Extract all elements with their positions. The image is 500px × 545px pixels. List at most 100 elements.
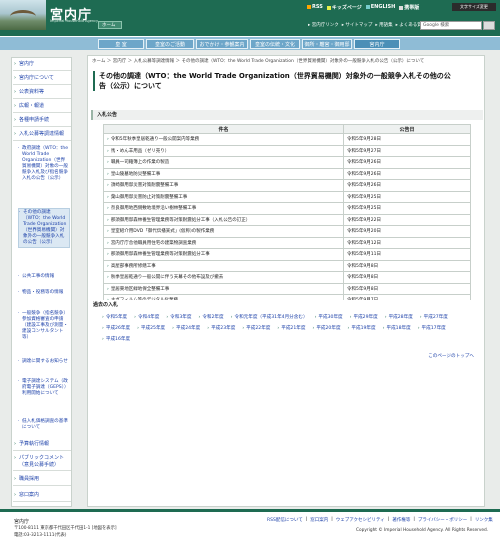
bid-title-link[interactable]: 皇居東地区緑地保全整備工事 xyxy=(103,282,344,295)
sidebar-item-recruit[interactable]: 職員採用 xyxy=(13,474,71,486)
sidebar-item-notices[interactable]: 調達に関するお知らせ xyxy=(18,358,70,366)
mobile-icon xyxy=(399,5,404,10)
bid-title-link[interactable]: 高屋部事務所修繕工事 xyxy=(103,259,344,272)
past-years: 令和5年度令和4年度令和3年度令和2年度令和元年度（平成31年4月分含む） 平成3… xyxy=(102,312,474,345)
past-year-link[interactable]: 平成23年度 xyxy=(207,323,235,334)
font-size-button[interactable]: 文字サイズ変更 xyxy=(452,3,496,11)
footer-link-copyright[interactable]: 著作権等 xyxy=(392,517,410,523)
bid-date: 令和5年9月26日 xyxy=(343,156,471,169)
table-row: 皇室紹介用DVD「御代伝播某式」(仮称)の製作業務令和5年9月20日 xyxy=(103,225,471,238)
sidebar-item-public-works[interactable]: 公共工事の情報 xyxy=(18,273,70,281)
footer-link-links[interactable]: リンク集 xyxy=(475,517,493,523)
tab-imperial-family[interactable]: 皇 室 xyxy=(98,39,144,49)
past-year-link[interactable]: 令和3年度 xyxy=(166,312,191,323)
home-button[interactable]: ホーム xyxy=(98,21,122,29)
past-year-link[interactable]: 令和元年度（平成31年4月分含む） xyxy=(231,312,307,323)
bid-title-link[interactable]: 那須御用邸森林養生管理業務等対策耐震処分工事 xyxy=(103,248,344,261)
tab-agency[interactable]: 宮内庁 xyxy=(354,39,400,49)
bid-title-link[interactable]: 宮内庁庁舎他職員用住宅の建築物調査業務 xyxy=(103,236,344,249)
sidebar-item-other-procurement[interactable]: その他の調達（WTO：the World Trade Organization（… xyxy=(18,208,70,248)
bid-date: 令和5年9月8日 xyxy=(343,271,471,284)
footer-link-accessibility[interactable]: ウェブアクセシビリティ xyxy=(336,517,385,523)
sidebar-item-budget[interactable]: 予算執行情報 xyxy=(13,439,71,451)
past-year-link[interactable]: 平成22年度 xyxy=(242,323,270,334)
section-bid-notices: 入札公告 xyxy=(91,110,483,120)
past-year-link[interactable]: 平成27年度 xyxy=(420,312,448,323)
bid-title-link[interactable]: 葉山御用邸災害防止対策耐震整備工事 xyxy=(103,190,344,203)
bid-date: 令和5年9月27日 xyxy=(343,144,471,157)
bid-date: 令和5年9月12日 xyxy=(343,236,471,249)
sidebar-item-about[interactable]: 宮内庁について xyxy=(13,73,71,85)
sidebar-item-qualification[interactable]: 一般競争（指名競争）参加資格審査の申請（建設工事及び測量・建設コンサルタント等） xyxy=(18,310,70,342)
sidebar-item-procurement[interactable]: 入札公募等調達情報 xyxy=(13,129,71,141)
bid-table-body: 令和5年秋季皇居乾通り一般公開案内等業務令和5年9月28日馬・めん羊用品（ゼリ売… xyxy=(103,133,471,307)
link-sitemap[interactable]: ▸ サイトマップ xyxy=(342,22,373,28)
bid-title-link[interactable]: 皇室紹介用DVD「御代伝播某式」(仮称)の製作業務 xyxy=(103,225,344,238)
sidebar-item-geps[interactable]: 電子調達システム（政府電子調達（GEPS））利用開始について xyxy=(18,378,70,398)
global-nav: 皇 室 皇室のご活動 おでかけ・参観案内 皇室の伝統・文化 御所・離宮・御用邸 … xyxy=(0,36,500,50)
mobile-link[interactable]: 携帯版 xyxy=(399,4,419,11)
bid-title-link[interactable]: 皇山陵墓地防災整備工事 xyxy=(103,167,344,180)
col-date-header: 公告日 xyxy=(343,124,471,134)
tab-tradition[interactable]: 皇室の伝統・文化 xyxy=(250,39,300,49)
bid-date: 令和5年9月20日 xyxy=(343,225,471,238)
sidebar-item-press[interactable]: 広報・報道 xyxy=(13,101,71,113)
bid-date: 令和5年9月25日 xyxy=(343,202,471,215)
past-year-link[interactable]: 平成26年度 xyxy=(102,323,130,334)
table-row: 須崎御用邸災害対策耐震整備工事令和5年9月26日 xyxy=(103,179,471,192)
footer-link-contact[interactable]: 窓口案内 xyxy=(310,517,328,523)
footer-link-rss[interactable]: RSS配信について xyxy=(267,517,303,523)
bid-title-link[interactable]: 職員一司籍簿上の作業の製造 xyxy=(103,156,344,169)
bid-title-link[interactable]: 秋季皇居乾通り一般公開に伴う天幕その他布設及び撤去 xyxy=(103,271,344,284)
site-header: 宮内庁 Imperial Household Agency ホーム RSS キッ… xyxy=(0,0,500,36)
past-year-link[interactable]: 平成29年度 xyxy=(350,312,377,323)
past-year-link[interactable]: 平成16年度 xyxy=(102,334,130,345)
table-row: 宮内庁庁舎他職員用住宅の建築物調査業務令和5年9月12日 xyxy=(103,236,471,249)
sidebar-item-agency[interactable]: 宮内庁 xyxy=(13,59,71,71)
sidebar-item-public-comment[interactable]: パブリックコメント（意見公募手続） xyxy=(13,453,71,471)
sidebar-item-applications[interactable]: 各種申請手続 xyxy=(13,115,71,127)
past-year-link[interactable]: 平成18年度 xyxy=(383,323,410,334)
footer-tel: 電話:03-3213-1111(代表) xyxy=(14,533,67,538)
sidebar-item-publications[interactable]: 公表資料等 xyxy=(13,87,71,99)
past-year-link[interactable]: 平成24年度 xyxy=(172,323,200,334)
bid-title-link[interactable]: 須崎御用邸災害対策耐震整備工事 xyxy=(103,179,344,192)
past-year-link[interactable]: 平成21年度 xyxy=(277,323,305,334)
bid-title-link[interactable]: 奈良御用地西側敷地境界沿い樹林整備工事 xyxy=(103,202,344,215)
footer-link-privacy[interactable]: プライバシー・ポリシー xyxy=(418,517,467,523)
sidebar-item-low-bid[interactable]: 低入札価格調査の基準について xyxy=(18,418,70,432)
utility-links: RSS キッズページ ENGLISH 携帯版 xyxy=(307,4,419,11)
table-row: 奈良御用地西側敷地境界沿い樹林整備工事令和5年9月25日 xyxy=(103,202,471,215)
rss-link[interactable]: RSS xyxy=(307,4,323,11)
past-year-link[interactable]: 令和4年度 xyxy=(134,312,159,323)
bid-title-link[interactable]: 馬・めん羊用品（ゼリ売り） xyxy=(103,144,344,157)
sidebar-item-wto[interactable]: 政府調達（WTO：the World Trade Organization（世界… xyxy=(18,145,70,183)
past-year-link[interactable]: 平成25年度 xyxy=(137,323,165,334)
past-year-link[interactable]: 令和5年度 xyxy=(102,312,127,323)
past-year-link[interactable]: 平成19年度 xyxy=(348,323,375,334)
past-year-link[interactable]: 平成17年度 xyxy=(418,323,446,334)
search-input[interactable]: Google 検索 xyxy=(420,21,482,30)
kids-link[interactable]: キッズページ xyxy=(326,4,362,11)
section-past-bids: 過去の入札 xyxy=(91,300,483,310)
link-glossary[interactable]: ▸ 用語集 xyxy=(375,22,392,28)
past-year-link[interactable]: 平成20年度 xyxy=(312,323,340,334)
sidebar-item-goods[interactable]: 物品・役務等の情報 xyxy=(18,289,70,297)
past-year-link[interactable]: 令和2年度 xyxy=(198,312,223,323)
logo-photo xyxy=(0,0,46,30)
link-agency[interactable]: ▸ 宮内庁リンク xyxy=(308,22,339,28)
search-button[interactable] xyxy=(483,21,495,30)
bid-title-link[interactable]: 令和5年秋季皇居乾通り一般公開案内等業務 xyxy=(103,133,344,146)
english-link[interactable]: ENGLISH xyxy=(365,4,395,11)
tab-palaces[interactable]: 御所・離宮・御用邸 xyxy=(302,39,352,49)
past-year-link[interactable]: 平成30年度 xyxy=(315,312,342,323)
bid-title-link[interactable]: 那須御用邸森林養生管理業務等対策耐震処分工事（入札公告の訂正） xyxy=(103,213,344,226)
sidebar-item-contact[interactable]: 窓口案内 xyxy=(13,490,71,502)
past-year-link[interactable]: 平成28年度 xyxy=(385,312,413,323)
table-row: 秋季皇居乾通り一般公開に伴う天幕その他布設及び撤去令和5年9月8日 xyxy=(103,271,471,284)
breadcrumb[interactable]: ホーム ＞ 宮内庁 ＞ 入札公募等調達情報 ＞ その他の調達（WTO：the W… xyxy=(92,58,482,64)
back-to-top-link[interactable]: このページのトップへ xyxy=(428,353,474,359)
tab-activities[interactable]: 皇室のご活動 xyxy=(146,39,194,49)
tab-visits[interactable]: おでかけ・参観案内 xyxy=(196,39,248,49)
table-row: 令和5年秋季皇居乾通り一般公開案内等業務令和5年9月28日 xyxy=(103,133,471,146)
